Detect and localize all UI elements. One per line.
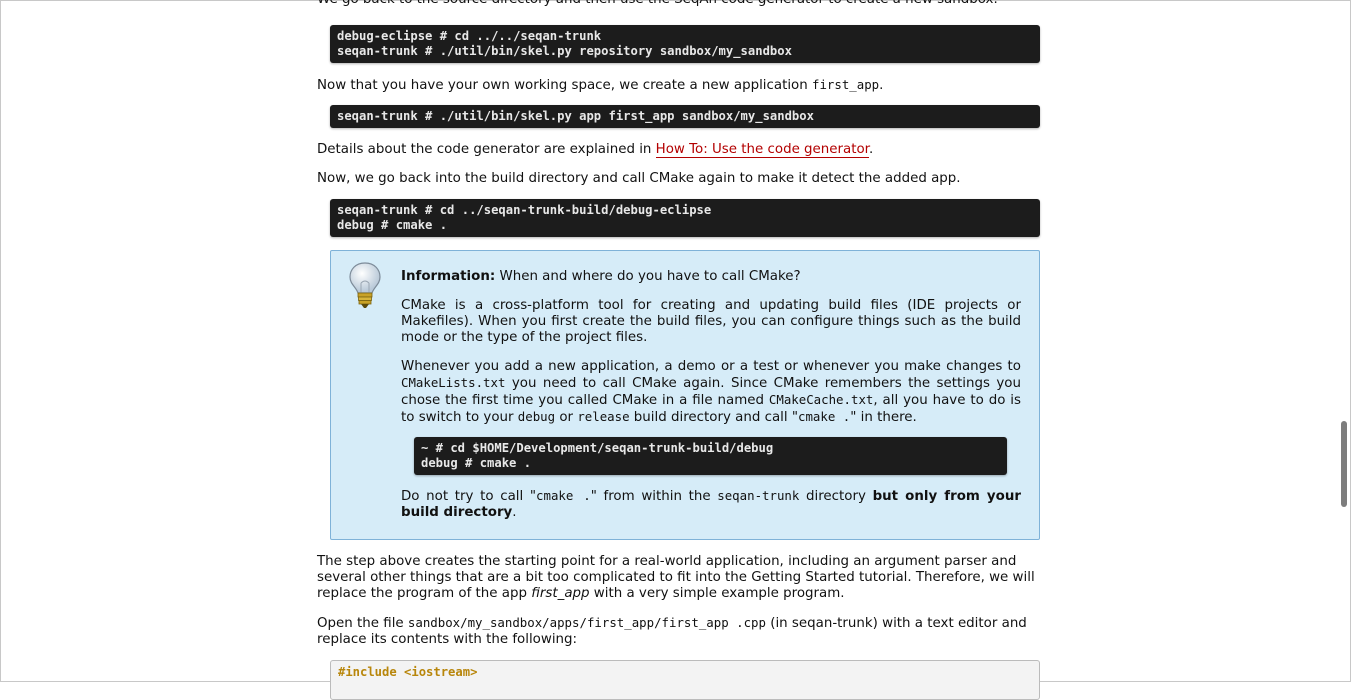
inline-code: sandbox/my_sandbox/apps/first_app/first_… xyxy=(407,615,766,630)
code-line: seqan-trunk # ./util/bin/skel.py app fir… xyxy=(337,109,814,123)
code-block-1: debug-eclipse # cd ../../seqan-trunk seq… xyxy=(330,25,1040,63)
code-block-2: seqan-trunk # ./util/bin/skel.py app fir… xyxy=(330,105,1040,128)
information-p1: CMake is a cross-platform tool for creat… xyxy=(401,298,1021,345)
code-line: seqan-trunk # ./util/bin/skel.py reposit… xyxy=(337,44,792,58)
inline-code: first_app xyxy=(811,77,880,92)
information-p3: Do not try to call "cmake ." from within… xyxy=(401,488,1021,520)
para-intro: We go back to the source directory and t… xyxy=(317,0,998,8)
para-details: Details about the code generator are exp… xyxy=(317,142,874,158)
information-code-block: ~ # cd $HOME/Development/seqan-trunk-bui… xyxy=(414,437,1007,475)
code-line: debug-eclipse # cd ../../seqan-trunk xyxy=(337,29,602,43)
scrollbar-thumb[interactable] xyxy=(1341,421,1347,507)
information-heading: Information: When and where do you have … xyxy=(401,269,801,284)
code-line: ~ # cd $HOME/Development/seqan-trunk-bui… xyxy=(421,441,774,455)
para-step: The step above creates the starting poin… xyxy=(317,554,1035,601)
para-new-app: Now that you have your own working space… xyxy=(317,77,884,93)
lightbulb-icon xyxy=(349,262,381,308)
para-open: Open the file sandbox/my_sandbox/apps/fi… xyxy=(317,615,1027,647)
para-cmake: Now, we go back into the build directory… xyxy=(317,171,961,186)
code-line: #include <iostream> xyxy=(338,665,478,679)
code-block-4: #include <iostream> xyxy=(330,660,1040,700)
code-line: debug # cmake . xyxy=(421,456,532,470)
code-generator-link[interactable]: How To: Use the code generator xyxy=(655,142,869,158)
code-line: debug # cmake . xyxy=(337,218,448,232)
information-box: Information: When and where do you have … xyxy=(330,250,1040,540)
code-block-3: seqan-trunk # cd ../seqan-trunk-build/de… xyxy=(330,199,1040,237)
information-p2: Whenever you add a new application, a de… xyxy=(401,359,1022,425)
information-body: Information: When and where do you have … xyxy=(401,269,1021,439)
code-line: seqan-trunk # cd ../seqan-trunk-build/de… xyxy=(337,203,712,217)
